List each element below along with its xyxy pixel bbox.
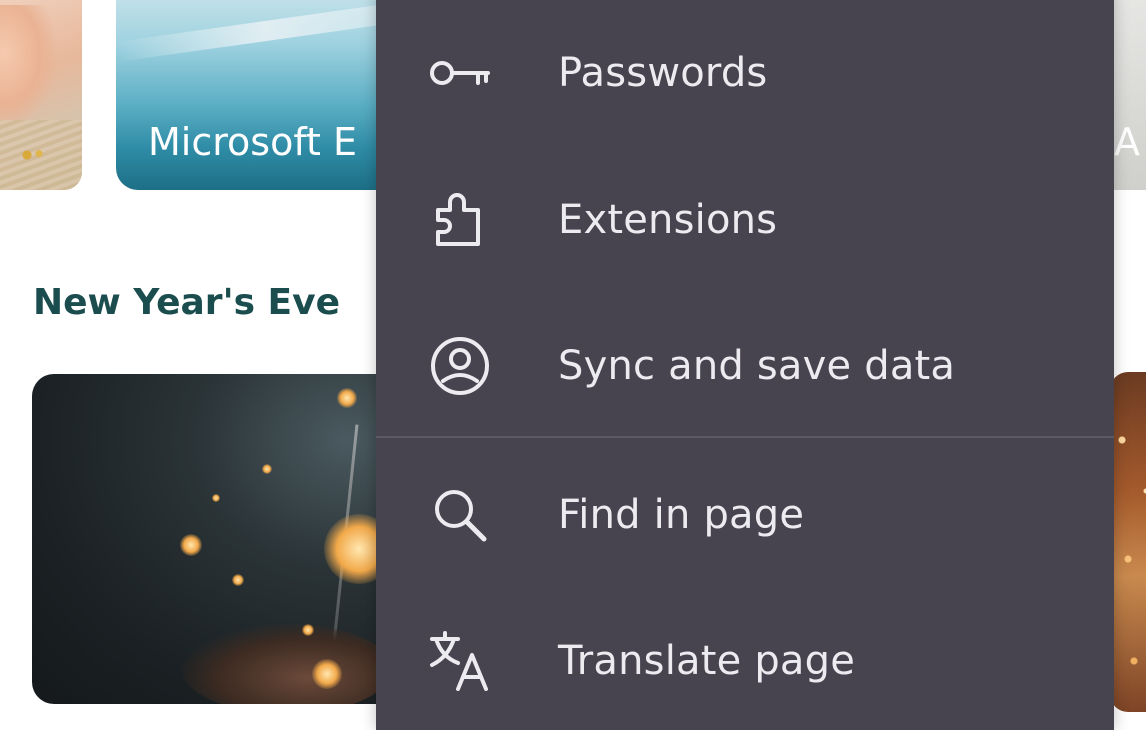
menu-item-label: Sync and save data: [558, 343, 956, 389]
photo-hand: [182, 624, 392, 704]
carousel-card-left[interactable]: [0, 0, 82, 190]
photo-hand: [0, 5, 55, 125]
photo-flowers: [18, 148, 48, 162]
spark: [312, 659, 342, 689]
overflow-menu: Passwords Extensions Sync and save data: [376, 0, 1114, 730]
menu-item-label: Find in page: [558, 492, 805, 538]
key-icon: [428, 41, 492, 105]
menu-item-label: Passwords: [558, 50, 768, 96]
menu-divider: [376, 436, 1114, 438]
card-label: Microsoft E: [148, 120, 358, 164]
menu-item-label: Extensions: [558, 197, 778, 243]
spark: [337, 388, 357, 408]
section-heading: New Year's Eve: [33, 282, 341, 323]
photo-sparkles: [1110, 372, 1146, 712]
spark: [232, 574, 244, 586]
photo-streak: [116, 0, 406, 62]
menu-item-passwords[interactable]: Passwords: [376, 13, 1114, 133]
spark: [180, 534, 202, 556]
spark: [302, 624, 314, 636]
menu-item-label: Translate page: [558, 638, 856, 684]
menu-item-sync-and-save-data[interactable]: Sync and save data: [376, 306, 1114, 426]
account-circle-icon: [428, 334, 492, 398]
menu-item-translate-page[interactable]: Translate page: [376, 601, 1114, 721]
menu-item-extensions[interactable]: Extensions: [376, 160, 1114, 280]
spark: [212, 494, 220, 502]
photo-right[interactable]: [1110, 372, 1146, 712]
puzzle-icon: [428, 188, 492, 252]
search-icon: [428, 483, 492, 547]
translate-icon: [428, 629, 492, 693]
menu-item-find-in-page[interactable]: Find in page: [376, 455, 1114, 575]
carousel-card-microsoft-edge[interactable]: Microsoft E: [116, 0, 406, 190]
card-label: A: [1114, 120, 1140, 164]
spark: [262, 464, 272, 474]
